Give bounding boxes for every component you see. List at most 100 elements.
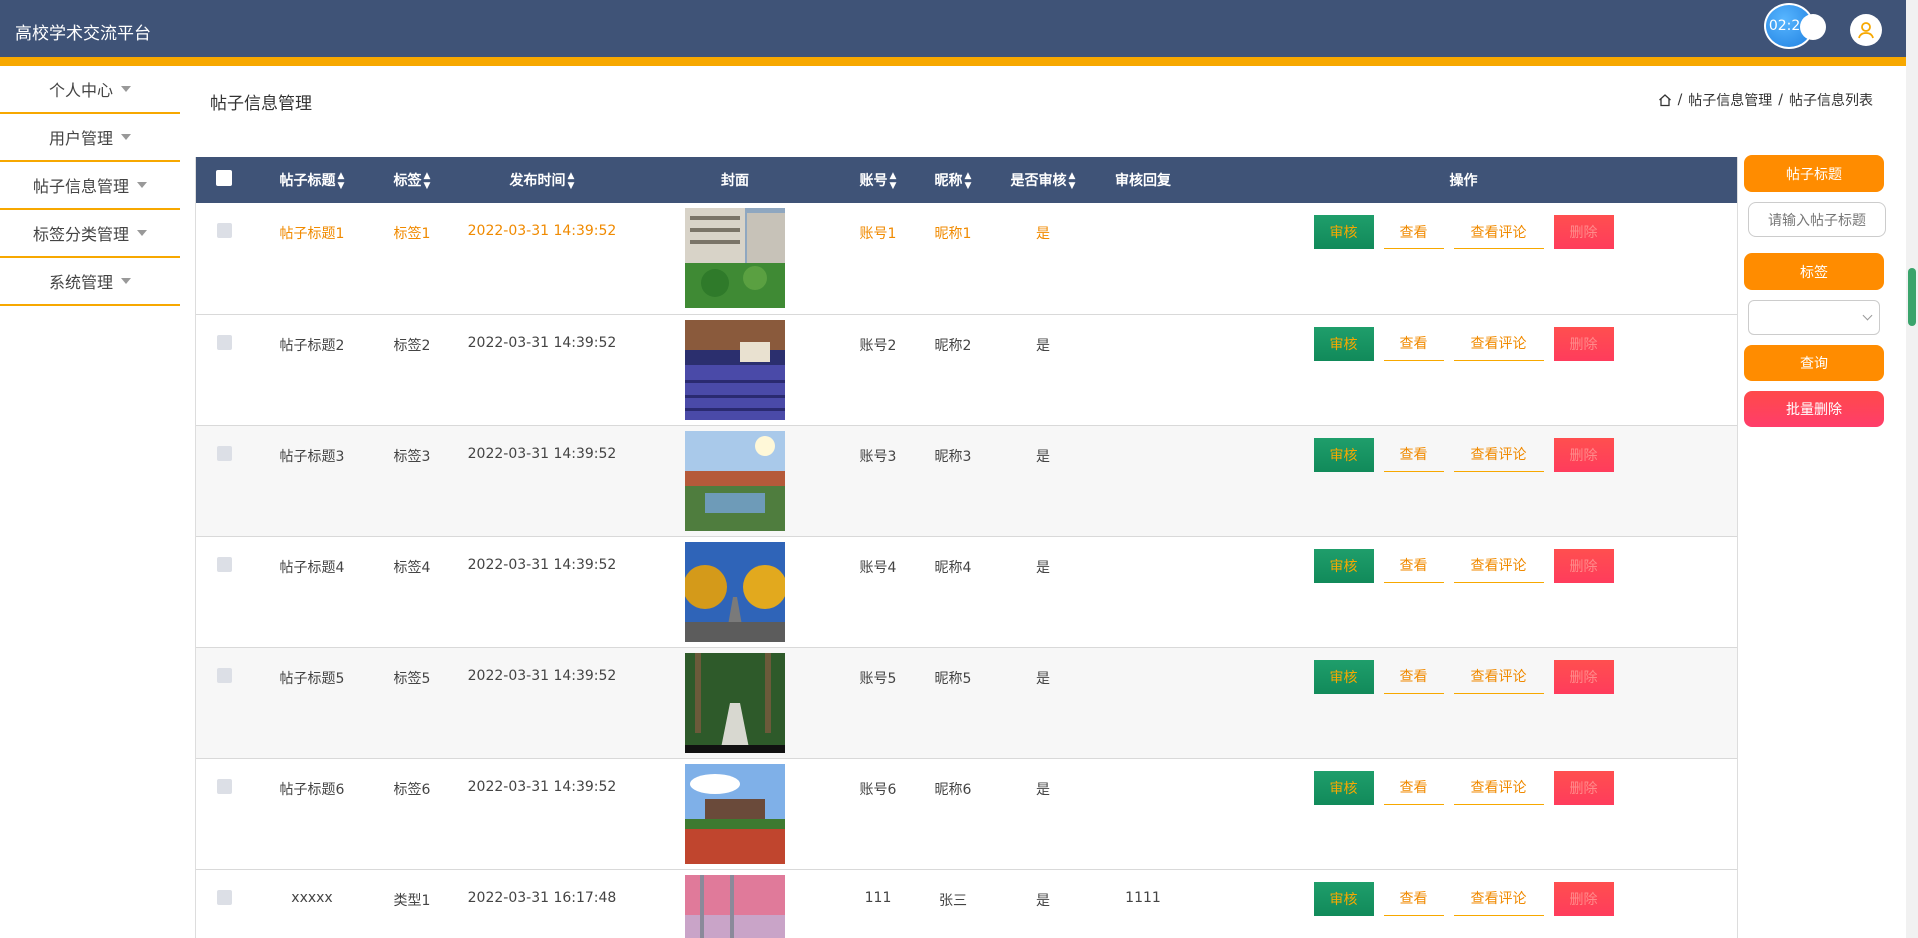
cell-account: 账号1 xyxy=(859,226,897,242)
delete-button[interactable]: 删除 xyxy=(1553,326,1614,361)
review-button[interactable]: 审核 xyxy=(1313,326,1374,361)
review-button[interactable]: 审核 xyxy=(1313,215,1374,249)
cell-approved: 是 xyxy=(1036,892,1050,909)
sort-icon[interactable]: ▲ ▼ xyxy=(965,171,972,191)
tag-filter-label: 标签 xyxy=(1744,253,1884,290)
table-row[interactable]: xxxxx 类型1 2022-03-31 16:17:48 111 张三 是 1… xyxy=(196,869,1737,938)
page-scrollbar[interactable] xyxy=(1906,0,1918,938)
view-comments-button[interactable]: 查看评论 xyxy=(1453,215,1544,249)
view-button[interactable]: 查看 xyxy=(1383,660,1444,694)
review-button[interactable]: 审核 xyxy=(1313,881,1374,916)
cover-image[interactable] xyxy=(685,430,785,531)
notification-icon[interactable] xyxy=(1800,14,1826,40)
row-checkbox[interactable] xyxy=(216,889,232,905)
delete-button[interactable]: 删除 xyxy=(1553,437,1614,472)
user-avatar-icon[interactable] xyxy=(1850,14,1882,46)
select-all-checkbox[interactable] xyxy=(216,170,232,186)
cell-account: 账号5 xyxy=(859,670,897,687)
view-comments-button[interactable]: 查看评论 xyxy=(1453,327,1544,361)
cell-tag: 标签4 xyxy=(393,559,431,576)
home-icon[interactable] xyxy=(1658,93,1672,107)
sort-icon[interactable]: ▲ ▼ xyxy=(890,171,897,191)
table-row[interactable]: 帖子标题5 标签5 2022-03-31 14:39:52 账号5 昵称5 是 … xyxy=(196,647,1737,758)
cell-approved: 是 xyxy=(1036,448,1050,465)
cell-title: 帖子标题2 xyxy=(279,337,345,354)
table-row[interactable]: 帖子标题4 标签4 2022-03-31 14:39:52 账号4 昵称4 是 … xyxy=(196,536,1737,647)
view-comments-button[interactable]: 查看评论 xyxy=(1453,438,1544,472)
column-header-cover: 封面 xyxy=(721,173,749,189)
view-comments-button[interactable]: 查看评论 xyxy=(1453,660,1544,694)
view-button[interactable]: 查看 xyxy=(1383,549,1444,583)
header-select-all[interactable] xyxy=(196,157,252,203)
batch-delete-button[interactable]: 批量删除 xyxy=(1744,391,1884,427)
row-checkbox[interactable] xyxy=(216,667,232,683)
sort-icon[interactable]: ▲ ▼ xyxy=(424,171,431,191)
sidebar-item-system-management[interactable]: 系统管理 xyxy=(0,258,180,306)
cell-title: 帖子标题5 xyxy=(279,670,345,687)
scrollbar-thumb[interactable] xyxy=(1908,268,1916,326)
view-comments-button[interactable]: 查看评论 xyxy=(1453,771,1544,805)
cell-account: 111 xyxy=(864,889,892,906)
view-button[interactable]: 查看 xyxy=(1383,882,1444,916)
post-table: 帖子标题 ▲ ▼ 标签 ▲ ▼ 发布时间 ▲ ▼ 封面 账号 ▲ ▼ 昵称 ▲ ▼ 是否审核 ▲ ▼ 审… xyxy=(196,157,1737,938)
view-button[interactable]: 查看 xyxy=(1383,438,1444,472)
table-row[interactable]: 帖子标题6 标签6 2022-03-31 14:39:52 账号6 昵称6 是 … xyxy=(196,758,1737,869)
cell-tag: 标签6 xyxy=(393,781,431,798)
sort-icon[interactable]: ▲ ▼ xyxy=(338,171,345,191)
sidebar-item-user-management[interactable]: 用户管理 xyxy=(0,114,180,162)
view-button[interactable]: 查看 xyxy=(1383,327,1444,361)
cell-account: 账号6 xyxy=(859,781,897,798)
delete-button[interactable]: 删除 xyxy=(1553,659,1614,694)
table-row[interactable]: 帖子标题2 标签2 2022-03-31 14:39:52 账号2 昵称2 是 … xyxy=(196,314,1737,425)
column-header-approved[interactable]: 是否审核 ▲ ▼ xyxy=(988,157,1098,203)
view-comments-button[interactable]: 查看评论 xyxy=(1453,549,1544,583)
sidebar-item-tag-management[interactable]: 标签分类管理 xyxy=(0,210,180,258)
chevron-down-icon xyxy=(1862,310,1873,321)
column-header-title[interactable]: 帖子标题 ▲ ▼ xyxy=(252,157,372,203)
column-header-nickname[interactable]: 昵称 ▲ ▼ xyxy=(918,157,988,203)
query-button[interactable]: 查询 xyxy=(1744,345,1884,381)
sidebar-item-label: 用户管理 xyxy=(48,129,113,148)
column-header-account[interactable]: 账号 ▲ ▼ xyxy=(838,157,918,203)
delete-button[interactable]: 删除 xyxy=(1553,770,1614,805)
table-row[interactable]: 帖子标题1 标签1 2022-03-31 14:39:52 账号1 昵称1 是 … xyxy=(196,203,1737,314)
view-comments-button[interactable]: 查看评论 xyxy=(1453,882,1544,916)
cover-image[interactable] xyxy=(685,541,785,642)
cover-image[interactable] xyxy=(685,319,785,420)
sidebar-item-label: 帖子信息管理 xyxy=(32,177,129,196)
cover-image[interactable] xyxy=(685,208,785,308)
row-checkbox[interactable] xyxy=(216,223,232,238)
page-title: 帖子信息管理 xyxy=(210,94,312,114)
column-header-time[interactable]: 发布时间 ▲ ▼ xyxy=(452,157,632,203)
title-search-input[interactable]: 请输入帖子标题 xyxy=(1748,202,1886,237)
row-checkbox[interactable] xyxy=(216,556,232,572)
cell-approved: 是 xyxy=(1036,781,1050,798)
cell-account: 账号4 xyxy=(859,559,897,576)
cover-image[interactable] xyxy=(685,652,785,753)
review-button[interactable]: 审核 xyxy=(1313,659,1374,694)
delete-button[interactable]: 删除 xyxy=(1553,215,1614,249)
cover-image[interactable] xyxy=(685,874,785,938)
view-button[interactable]: 查看 xyxy=(1383,771,1444,805)
sort-icon[interactable]: ▲ ▼ xyxy=(568,171,575,191)
tag-select[interactable] xyxy=(1748,300,1880,335)
cell-reply xyxy=(1098,758,1188,869)
cover-image[interactable] xyxy=(685,763,785,864)
sidebar-item-post-management[interactable]: 帖子信息管理 xyxy=(0,162,180,210)
sort-icon[interactable]: ▲ ▼ xyxy=(1069,171,1076,191)
search-panel: 帖子标题 请输入帖子标题 标签 查询 批量删除 xyxy=(1744,155,1886,427)
breadcrumb-item[interactable]: 帖子信息管理 xyxy=(1688,90,1772,110)
cell-nickname: 昵称4 xyxy=(934,559,972,576)
table-row[interactable]: 帖子标题3 标签3 2022-03-31 14:39:52 账号3 昵称3 是 … xyxy=(196,425,1737,536)
column-header-tag[interactable]: 标签 ▲ ▼ xyxy=(372,157,452,203)
row-checkbox[interactable] xyxy=(216,334,232,350)
sidebar-item-personal-center[interactable]: 个人中心 xyxy=(0,66,180,114)
review-button[interactable]: 审核 xyxy=(1313,770,1374,805)
review-button[interactable]: 审核 xyxy=(1313,548,1374,583)
row-checkbox[interactable] xyxy=(216,778,232,794)
delete-button[interactable]: 删除 xyxy=(1553,548,1614,583)
delete-button[interactable]: 删除 xyxy=(1553,881,1614,916)
row-checkbox[interactable] xyxy=(216,445,232,461)
review-button[interactable]: 审核 xyxy=(1313,437,1374,472)
view-button[interactable]: 查看 xyxy=(1383,215,1444,249)
